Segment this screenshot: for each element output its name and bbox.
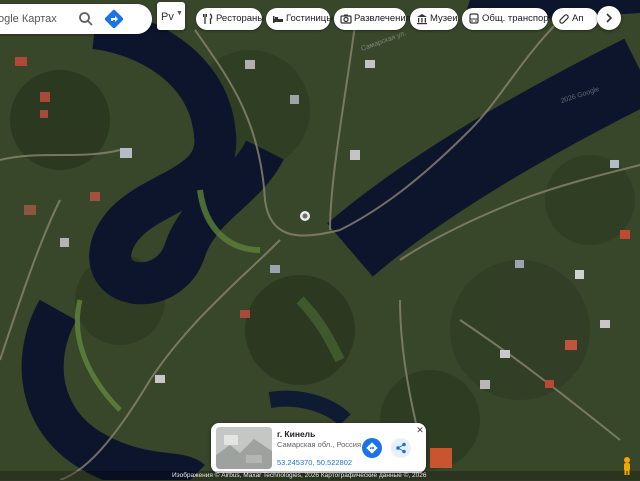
satellite-map[interactable] — [0, 0, 640, 480]
camera-icon — [340, 13, 352, 25]
pill-icon — [558, 13, 570, 25]
search-box[interactable]: ogle Картах — [0, 4, 152, 34]
chip-museums[interactable]: Музеи — [410, 8, 458, 30]
chevron-right-icon — [606, 13, 613, 23]
chip-pharmacy[interactable]: Ап — [552, 8, 598, 30]
chevron-down-icon: ▼ — [176, 10, 183, 17]
chip-transit[interactable]: Общ. транспорт — [462, 8, 553, 30]
chip-label: Развлечения — [354, 13, 411, 24]
close-icon[interactable]: ✕ — [415, 425, 425, 435]
attribution-text: Изображения © Airbus, Maxar Technologies… — [172, 472, 427, 479]
chip-restaurants[interactable]: Рестораны — [196, 8, 265, 30]
chip-label: Музеи — [430, 13, 458, 24]
chip-label: Ап — [572, 13, 584, 24]
location-pin-icon — [300, 211, 310, 221]
museum-icon — [416, 13, 428, 25]
pegman-icon[interactable] — [620, 456, 634, 476]
chip-hotels[interactable]: Гостиницы — [266, 8, 334, 30]
search-icon[interactable] — [78, 11, 94, 27]
place-title: г. Кинель — [277, 429, 316, 439]
fork-knife-icon — [202, 13, 214, 25]
language-selector-button[interactable]: Рv ▼ — [157, 2, 185, 30]
place-coordinates[interactable]: 53.245370, 50.522802 — [277, 458, 352, 467]
directions-icon[interactable] — [104, 9, 124, 29]
bus-icon — [468, 13, 480, 25]
place-thumbnail[interactable] — [216, 427, 272, 469]
language-selector-label: Рv — [161, 11, 174, 23]
chip-label: Гостиницы — [286, 13, 334, 24]
place-region: Самарская обл., Россия — [277, 440, 362, 449]
chip-entertainment[interactable]: Развлечения — [334, 8, 411, 30]
chip-label: Общ. транспорт — [482, 13, 553, 24]
directions-icon — [366, 442, 378, 454]
share-button[interactable] — [391, 438, 411, 458]
chip-label: Рестораны — [216, 13, 265, 24]
place-card[interactable]: г. Кинель Самарская обл., Россия 53.2453… — [211, 423, 426, 473]
search-input[interactable]: ogle Картах — [0, 13, 57, 25]
scroll-chips-right-button[interactable] — [597, 6, 621, 30]
directions-button[interactable] — [362, 438, 382, 458]
share-icon — [396, 442, 406, 454]
bed-icon — [272, 13, 284, 25]
attribution-bar: Изображения © Airbus, Maxar Technologies… — [0, 471, 640, 480]
